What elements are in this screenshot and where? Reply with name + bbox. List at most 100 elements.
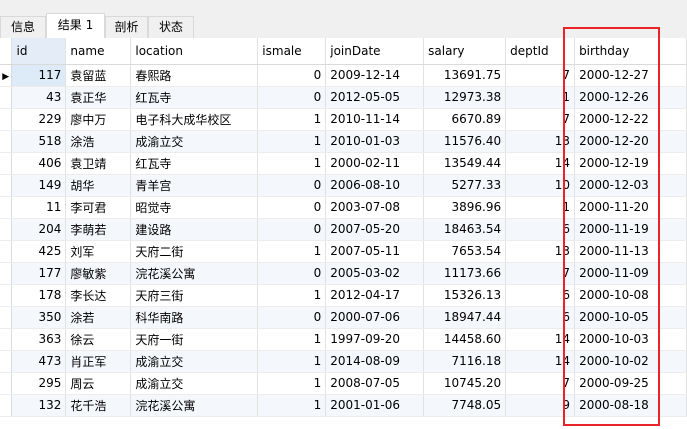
table-row[interactable]: 295 周云 成渝立交 1 2008-07-05 10745.20 7 2000-09-25 [0,372,687,395]
tab-status[interactable]: 状态 [148,16,194,38]
row-indicator[interactable] [0,196,13,219]
cell-salary[interactable]: 14458.60 [423,328,507,351]
column-header-deptid[interactable]: deptId [505,38,576,65]
cell-joindate[interactable]: 2000-02-11 [325,152,425,175]
cell-location[interactable]: 天府一街 [130,328,259,351]
cell-joindate[interactable]: 2010-11-14 [325,108,425,131]
cell-deptid[interactable]: 7 [505,108,576,131]
result-grid[interactable]: id name location ismale joinDate salary … [0,38,687,429]
table-row[interactable]: 473 肖正军 成渝立交 1 2014-08-09 7116.18 14 2000-10-02 [0,350,687,373]
cell-name[interactable]: 徐云 [65,328,132,351]
cell-id[interactable]: 178 [11,284,67,307]
cell-location[interactable]: 建设路 [130,218,259,241]
row-indicator[interactable] [0,328,13,351]
table-row[interactable]: 11 李可君 昭觉寺 0 2003-07-08 3896.96 1 2000-11-20 [0,196,687,219]
cell-id[interactable]: 204 [11,218,67,241]
cell-joindate[interactable]: 2009-12-14 [325,64,425,87]
table-row[interactable]: 178 李长达 天府三街 1 2012-04-17 15326.13 6 2000-10-08 [0,284,687,307]
cell-id[interactable]: 43 [11,86,67,109]
tab-result-1[interactable]: 结果 1 [46,13,105,38]
cell-deptid[interactable]: 1 [505,86,576,109]
cell-deptid[interactable]: 7 [505,64,576,87]
cell-id[interactable]: 117 [11,64,67,87]
cell-deptid[interactable]: 6 [505,284,576,307]
table-row[interactable]: 204 李萌若 建设路 0 2007-05-20 18463.54 6 2000-11-19 [0,218,687,241]
cell-salary[interactable]: 6670.89 [423,108,507,131]
cell-joindate[interactable]: 2014-08-09 [325,350,425,373]
cell-location[interactable]: 红瓦寺 [130,152,259,175]
cell-birthday[interactable]: 2000-12-26 [574,86,687,109]
cell-deptid[interactable]: 7 [505,262,576,285]
cell-ismale[interactable]: 1 [257,284,327,307]
column-header-birthday[interactable]: birthday [574,38,687,65]
cell-birthday[interactable]: 2000-11-19 [574,218,687,241]
cell-salary[interactable]: 13549.44 [423,152,507,175]
cell-location[interactable]: 红瓦寺 [130,86,259,109]
cell-deptid[interactable]: 13 [505,240,576,263]
cell-ismale[interactable]: 0 [257,86,327,109]
tab-profile[interactable]: 剖析 [105,16,148,38]
cell-birthday[interactable]: 2000-12-19 [574,152,687,175]
cell-joindate[interactable]: 2010-01-03 [325,130,425,153]
cell-salary[interactable]: 12973.38 [423,86,507,109]
cell-name[interactable]: 李可君 [65,196,132,219]
cell-ismale[interactable]: 1 [257,130,327,153]
row-indicator[interactable] [0,108,13,131]
cell-deptid[interactable]: 1 [505,196,576,219]
column-header-joindate[interactable]: joinDate [325,38,425,65]
cell-ismale[interactable]: 1 [257,394,327,417]
cell-name[interactable]: 李萌若 [65,218,132,241]
table-row[interactable]: 363 徐云 天府一街 1 1997-09-20 14458.60 14 2000-10-03 [0,328,687,351]
table-row[interactable]: 229 廖中万 电子科大成华校区 1 2010-11-14 6670.89 7 2000-12… [0,108,687,131]
row-indicator[interactable] [0,306,13,329]
cell-deptid[interactable]: 13 [505,130,576,153]
cell-deptid[interactable]: 14 [505,328,576,351]
cell-deptid[interactable]: 7 [505,372,576,395]
cell-deptid[interactable]: 14 [505,152,576,175]
column-header-salary[interactable]: salary [423,38,507,65]
cell-joindate[interactable]: 2007-05-11 [325,240,425,263]
cell-name[interactable]: 李长达 [65,284,132,307]
column-header-id[interactable]: id [11,38,67,65]
cell-id[interactable]: 518 [11,130,67,153]
cell-salary[interactable]: 7653.54 [423,240,507,263]
cell-name[interactable]: 涂浩 [65,130,132,153]
table-row[interactable]: 43 袁正华 红瓦寺 0 2012-05-05 12973.38 1 2000-12-26 [0,86,687,109]
cell-birthday[interactable]: 2000-11-09 [574,262,687,285]
cell-id[interactable]: 473 [11,350,67,373]
row-indicator[interactable] [0,240,13,263]
row-indicator[interactable] [0,284,13,307]
cell-birthday[interactable]: 2000-11-20 [574,196,687,219]
row-indicator[interactable] [0,152,13,175]
cell-salary[interactable]: 10745.20 [423,372,507,395]
cell-salary[interactable]: 15326.13 [423,284,507,307]
cell-salary[interactable]: 13691.75 [423,64,507,87]
table-row[interactable]: 350 涂若 科华南路 0 2000-07-06 18947.44 6 2000-10-05 [0,306,687,329]
row-indicator[interactable] [0,218,13,241]
row-indicator[interactable]: ▶ [0,64,13,87]
cell-deptid[interactable]: 14 [505,350,576,373]
table-row[interactable]: 425 刘军 天府二街 1 2007-05-11 7653.54 13 2000-11-13 [0,240,687,263]
cell-name[interactable]: 胡华 [65,174,132,197]
cell-id[interactable]: 149 [11,174,67,197]
cell-id[interactable]: 11 [11,196,67,219]
cell-location[interactable]: 青羊宫 [130,174,259,197]
cell-salary[interactable]: 11576.40 [423,130,507,153]
cell-ismale[interactable]: 1 [257,240,327,263]
row-indicator[interactable] [0,394,13,417]
cell-birthday[interactable]: 2000-10-05 [574,306,687,329]
cell-joindate[interactable]: 2012-05-05 [325,86,425,109]
cell-name[interactable]: 廖中万 [65,108,132,131]
cell-id[interactable]: 363 [11,328,67,351]
cell-joindate[interactable]: 1997-09-20 [325,328,425,351]
cell-salary[interactable]: 5277.33 [423,174,507,197]
cell-deptid[interactable]: 9 [505,394,576,417]
cell-id[interactable]: 425 [11,240,67,263]
cell-ismale[interactable]: 0 [257,262,327,285]
cell-name[interactable]: 刘军 [65,240,132,263]
cell-birthday[interactable]: 2000-10-08 [574,284,687,307]
cell-ismale[interactable]: 1 [257,372,327,395]
cell-joindate[interactable]: 2008-07-05 [325,372,425,395]
row-indicator[interactable] [0,130,13,153]
cell-location[interactable]: 成渝立交 [130,372,259,395]
